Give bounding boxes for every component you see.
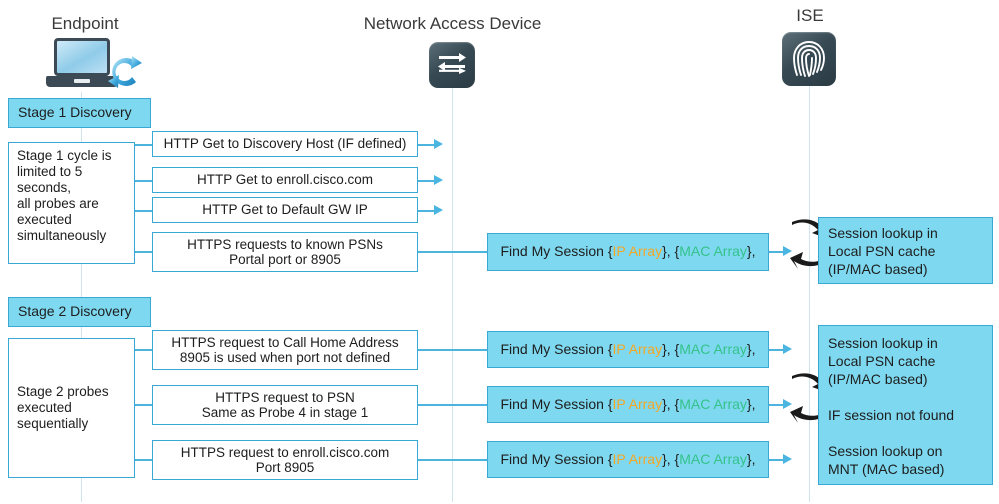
ip-array-token: IP Array [612, 243, 663, 260]
find-session-suffix: }, [746, 450, 756, 467]
stage-1-probe-4[interactable]: HTTPS requests to known PSNs Portal port… [152, 232, 418, 272]
stage-2-connector [135, 349, 153, 351]
stage-2-probe-3-label: HTTPS request to enroll.cisco.com [180, 444, 390, 460]
stage-2-ise-result-line: MNT (MAC based) [828, 461, 945, 477]
find-session-suffix: }, [746, 243, 756, 260]
stage-2-session-1-arrowhead [783, 344, 792, 354]
find-session-prefix: Find My Session { [500, 340, 613, 357]
stage-2-find-my-session-1[interactable]: Find My Session {IP Array}, {MAC Array}, [487, 331, 769, 368]
stage-1-find-my-session[interactable]: Find My Session {IP Array}, {MAC Array}, [487, 233, 769, 271]
stage-2-ise-result-line: Local PSN cache [828, 353, 936, 369]
stage-2-probe-1-label: HTTPS request to Call Home Address [171, 334, 399, 350]
find-session-middle: }, { [662, 395, 680, 412]
stage-1-ise-result[interactable]: Session lookup in Local PSN cache (IP/MA… [818, 217, 993, 284]
stage-2-connector [135, 459, 153, 461]
ise-column-title: ISE [796, 6, 824, 25]
stage-1-probe-4-label: HTTPS requests to known PSNs [187, 236, 383, 252]
stage-2-header: Stage 2 Discovery [8, 297, 151, 327]
stage-1-connector [135, 180, 153, 182]
stage-1-connector [135, 144, 153, 146]
stage-2-probe-3-line [418, 459, 488, 461]
stage-1-note-line: simultaneously [17, 228, 107, 243]
stage-2-connector [135, 404, 153, 406]
stage-2-find-my-session-3[interactable]: Find My Session {IP Array}, {MAC Array}, [487, 441, 769, 478]
stage-1-probe-4-label: Portal port or 8905 [229, 252, 341, 267]
stage-2-probe-3[interactable]: HTTPS request to enroll.cisco.com Port 8… [152, 440, 418, 480]
stage-1-note-line: seconds, [17, 180, 72, 195]
ip-array-token: IP Array [612, 340, 663, 357]
stage-2-find-my-session-2[interactable]: Find My Session {IP Array}, {MAC Array}, [487, 386, 769, 423]
stage-1-probe-1-arrowhead [434, 139, 443, 149]
find-session-prefix: Find My Session { [500, 395, 613, 412]
find-session-suffix: }, [746, 340, 756, 357]
stage-1-note-line: executed [17, 212, 72, 227]
stage-1-probe-3-arrowhead [434, 205, 443, 215]
stage-1-probe-2-label: HTTP Get to enroll.cisco.com [196, 172, 374, 188]
stage-1-ise-result-line: Local PSN cache [828, 242, 936, 259]
stage-2-note-line: sequentially [17, 416, 89, 431]
stage-2-find-my-session-2-label: Find My Session {IP Array}, {MAC Array}, [500, 395, 756, 413]
stage-2-probe-2-label: Same as Probe 4 in stage 1 [201, 405, 369, 420]
stage-1-find-my-session-label: Find My Session {IP Array}, {MAC Array}, [500, 244, 755, 260]
mac-array-token: MAC Array [679, 450, 747, 467]
stage-1-connector [135, 251, 153, 253]
stage-1-note-line: all probes are [17, 196, 99, 211]
stage-2-note-line: executed [17, 400, 72, 415]
switch-icon [429, 42, 475, 88]
stage-2-probe-2-line [418, 404, 488, 406]
stage-1-probe-3-label: HTTP Get to Default GW IP [202, 202, 368, 218]
stage-1-ise-result-line: Session lookup in [828, 224, 938, 241]
stage-1-note: Stage 1 cycle is limited to 5 seconds, a… [8, 142, 135, 264]
stage-2-note-line: Stage 2 probes [17, 384, 109, 399]
stage-1-probe-1-label: HTTP Get to Discovery Host (IF defined) [163, 136, 407, 152]
mac-array-token: MAC Array [679, 395, 747, 412]
stage-2-note: Stage 2 probes executed sequentially [8, 338, 135, 478]
find-session-middle: }, { [662, 340, 680, 357]
stage-1-probe-4-line [418, 251, 488, 253]
find-session-prefix: Find My Session { [500, 450, 613, 467]
stage-1-probe-2-arrowhead [434, 175, 443, 185]
laptop-trackpad [74, 79, 90, 83]
fingerprint-glyph-icon [793, 41, 825, 77]
nad-lifeline [452, 88, 453, 502]
stage-2-ise-result-line: (IP/MAC based) [828, 371, 928, 387]
stage-2-find-my-session-3-label: Find My Session {IP Array}, {MAC Array}, [500, 450, 756, 468]
stage-1-ise-result-line: (IP/MAC based) [828, 260, 928, 277]
stage-2-probe-2-label: HTTPS request to PSN [215, 389, 355, 405]
nad-column-title: Network Access Device [363, 14, 542, 33]
stage-1-connector [135, 210, 153, 212]
mac-array-token: MAC Array [679, 340, 747, 357]
ise-lifeline [809, 86, 810, 502]
stage-2-probe-1-label: 8905 is used when port not defined [179, 350, 391, 365]
stage-1-note-line: Stage 1 cycle is [17, 148, 112, 163]
stage-2-ise-result[interactable]: Session lookup in Local PSN cache (IP/MA… [818, 325, 993, 485]
stage-1-probe-2[interactable]: HTTP Get to enroll.cisco.com [152, 167, 418, 193]
stage-1-note-line: limited to 5 [17, 164, 83, 179]
stage-2-probe-1[interactable]: HTTPS request to Call Home Address 8905 … [152, 330, 418, 370]
find-session-middle: }, { [662, 243, 680, 260]
endpoint-column-title: Endpoint [51, 14, 119, 33]
stage-1-probe-3[interactable]: HTTP Get to Default GW IP [152, 197, 418, 223]
switch-arrows-icon [438, 53, 466, 74]
find-session-suffix: }, [746, 395, 756, 412]
stage-2-probe-2[interactable]: HTTPS request to PSN Same as Probe 4 in … [152, 385, 418, 425]
ip-array-token: IP Array [612, 450, 663, 467]
mac-array-token: MAC Array [679, 243, 747, 260]
stage-2-ise-result-line: Session lookup in [828, 335, 938, 351]
stage-2-find-my-session-1-label: Find My Session {IP Array}, {MAC Array}, [500, 340, 756, 358]
ip-array-token: IP Array [612, 395, 663, 412]
fingerprint-icon [782, 32, 836, 86]
stage-2-probe-1-line [418, 349, 488, 351]
stage-2-ise-result-line: IF session not found [828, 407, 955, 423]
find-session-prefix: Find My Session { [500, 243, 613, 260]
find-session-middle: }, { [662, 450, 680, 467]
laptop-sync-icon [46, 38, 151, 93]
stage-1-header: Stage 1 Discovery [8, 98, 151, 128]
stage-1-probe-1[interactable]: HTTP Get to Discovery Host (IF defined) [152, 131, 418, 157]
sync-arrows-icon [108, 56, 142, 88]
stage-2-ise-result-line: Session lookup on [828, 443, 943, 459]
stage-2-probe-3-label: Port 8905 [255, 460, 315, 475]
stage-2-session-3-arrowhead [783, 454, 792, 464]
